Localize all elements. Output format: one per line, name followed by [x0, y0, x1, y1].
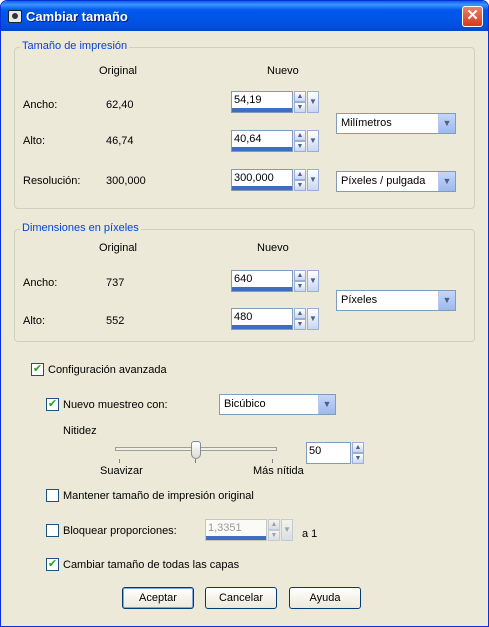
pixel-height-original: 552 — [106, 315, 125, 327]
pixel-height-dropdown-icon[interactable]: ▼ — [307, 308, 319, 330]
slider-min-label: Suavizar — [100, 465, 143, 477]
ratio-spinner: 1,3351 ▲ ▼ ▼ — [205, 519, 293, 541]
resolution-spinner[interactable]: 300,000 ▲ ▼ ▼ — [231, 169, 319, 191]
resample-checkbox[interactable]: ✔ — [46, 398, 59, 411]
print-size-legend: Tamaño de impresión — [20, 40, 130, 52]
sharpness-input[interactable]: 50 — [306, 442, 351, 464]
resolution-down-icon[interactable]: ▼ — [294, 180, 306, 191]
help-button[interactable]: Ayuda — [289, 587, 361, 609]
print-height-input[interactable]: 40,64 — [231, 130, 293, 152]
ok-button[interactable]: Aceptar — [122, 587, 194, 609]
cancel-button[interactable]: Cancelar — [205, 587, 277, 609]
print-height-label: Alto: — [23, 135, 46, 147]
sharpness-spinner[interactable]: 50 ▲ ▼ — [306, 442, 364, 464]
resolution-dropdown-icon[interactable]: ▼ — [307, 169, 319, 191]
print-width-down-icon[interactable]: ▼ — [294, 102, 306, 113]
slider-tick-min — [119, 459, 120, 463]
pixel-height-up-icon[interactable]: ▲ — [294, 308, 306, 319]
window-title: Cambiar tamaño — [26, 9, 128, 24]
print-height-original: 46,74 — [106, 135, 134, 147]
ratio-suffix: a 1 — [302, 528, 318, 540]
keep-print-size-checkbox[interactable] — [46, 489, 59, 502]
chevron-down-icon[interactable]: ▼ — [438, 114, 455, 133]
resample-method-select[interactable]: Bicúbico ▼ — [219, 394, 336, 415]
print-height-dropdown-icon[interactable]: ▼ — [307, 130, 319, 152]
resample-method-value: Bicúbico — [224, 398, 266, 410]
pixel-width-original: 737 — [106, 277, 125, 289]
lock-ratio-label[interactable]: Bloquear proporciones: — [63, 525, 177, 537]
slider-tick-mid — [195, 459, 196, 463]
ratio-up-icon: ▲ — [268, 519, 280, 530]
sharpness-up-icon[interactable]: ▲ — [352, 442, 364, 453]
lock-ratio-checkbox[interactable] — [46, 524, 59, 537]
pixel-width-up-icon[interactable]: ▲ — [294, 270, 306, 281]
advanced-label[interactable]: Configuración avanzada — [48, 364, 167, 376]
pixel-width-spinner[interactable]: 640 ▲ ▼ ▼ — [231, 270, 319, 292]
resolution-unit-select[interactable]: Píxeles / pulgada ▼ — [336, 171, 456, 192]
print-height-down-icon[interactable]: ▼ — [294, 141, 306, 152]
ratio-down-icon: ▼ — [268, 530, 280, 541]
ratio-dropdown-icon: ▼ — [281, 519, 293, 541]
resolution-unit-value: Píxeles / pulgada — [341, 175, 426, 187]
pixel-original-header: Original — [99, 242, 137, 254]
resolution-original: 300,000 — [106, 175, 146, 187]
print-unit-value: Milímetros — [341, 117, 392, 129]
resize-dialog: Cambiar tamaño ✕ Tamaño de impresión Ori… — [0, 0, 489, 627]
print-width-dropdown-icon[interactable]: ▼ — [307, 91, 319, 113]
advanced-checkbox[interactable]: ✔ — [31, 363, 44, 376]
slider-max-label: Más nítida — [253, 465, 304, 477]
print-height-spinner[interactable]: 40,64 ▲ ▼ ▼ — [231, 130, 319, 152]
pixel-height-label: Alto: — [23, 315, 46, 327]
print-width-input[interactable]: 54,19 — [231, 91, 293, 113]
print-original-header: Original — [99, 65, 137, 77]
pixel-height-down-icon[interactable]: ▼ — [294, 319, 306, 330]
chevron-down-icon[interactable]: ▼ — [438, 291, 455, 310]
ratio-input: 1,3351 — [205, 519, 267, 541]
pixel-width-input[interactable]: 640 — [231, 270, 293, 292]
resample-label[interactable]: Nuevo muestreo con: — [63, 399, 168, 411]
pixel-unit-value: Píxeles — [341, 294, 378, 306]
pixel-width-label: Ancho: — [23, 277, 58, 289]
sharpness-label: Nitidez — [63, 425, 97, 437]
pixel-height-spinner[interactable]: 480 ▲ ▼ ▼ — [231, 308, 319, 330]
pixel-width-down-icon[interactable]: ▼ — [294, 281, 306, 292]
pixel-new-header: Nuevo — [257, 242, 289, 254]
sharpness-slider-thumb[interactable] — [191, 441, 201, 459]
resolution-label: Resolución: — [23, 175, 81, 187]
all-layers-checkbox[interactable]: ✔ — [46, 558, 59, 571]
chevron-down-icon[interactable]: ▼ — [438, 172, 455, 191]
keep-print-size-label[interactable]: Mantener tamaño de impresión original — [63, 490, 254, 502]
print-width-spinner[interactable]: 54,19 ▲ ▼ ▼ — [231, 91, 319, 113]
resolution-input[interactable]: 300,000 — [231, 169, 293, 191]
pixel-unit-select[interactable]: Píxeles ▼ — [336, 290, 456, 311]
all-layers-label[interactable]: Cambiar tamaño de todas las capas — [63, 559, 239, 571]
slider-tick-max — [272, 459, 273, 463]
print-unit-select[interactable]: Milímetros ▼ — [336, 113, 456, 134]
print-new-header: Nuevo — [267, 65, 299, 77]
pixel-dims-legend: Dimensiones en píxeles — [20, 222, 141, 234]
resolution-up-icon[interactable]: ▲ — [294, 169, 306, 180]
chevron-down-icon[interactable]: ▼ — [318, 395, 335, 414]
close-button[interactable]: ✕ — [462, 6, 483, 27]
print-height-up-icon[interactable]: ▲ — [294, 130, 306, 141]
print-width-up-icon[interactable]: ▲ — [294, 91, 306, 102]
pixel-height-input[interactable]: 480 — [231, 308, 293, 330]
title-bar[interactable]: Cambiar tamaño ✕ — [1, 1, 488, 31]
sharpness-down-icon[interactable]: ▼ — [352, 453, 364, 464]
app-icon — [8, 10, 22, 23]
pixel-width-dropdown-icon[interactable]: ▼ — [307, 270, 319, 292]
print-width-original: 62,40 — [106, 99, 134, 111]
print-width-label: Ancho: — [23, 99, 58, 111]
